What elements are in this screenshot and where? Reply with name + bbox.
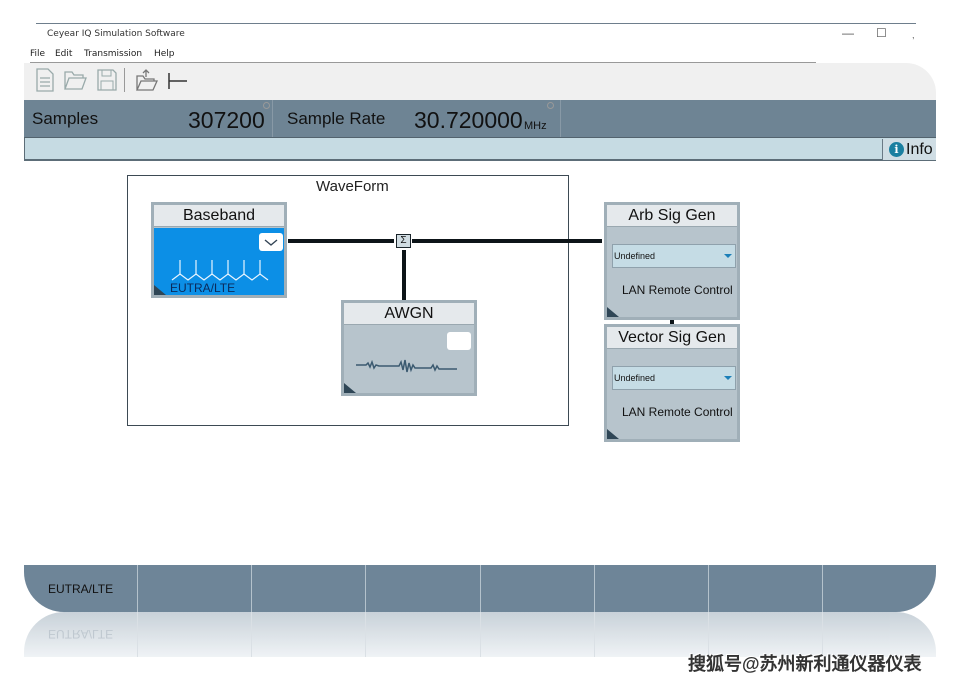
samples-edit-indicator-icon: [263, 102, 270, 109]
reflection-tab: [138, 612, 253, 657]
vector-lan-remote-label: LAN Remote Control: [622, 405, 733, 419]
arb-sig-gen-title: Arb Sig Gen: [607, 205, 737, 227]
arb-sig-gen-select-value: Undefined: [614, 251, 656, 261]
menu-transmission[interactable]: Transmission: [84, 49, 142, 59]
save-icon[interactable]: [96, 68, 118, 92]
baseband-to-sum-wire: [288, 239, 394, 243]
sum-to-arb-wire: [412, 239, 602, 243]
tab-empty[interactable]: [366, 565, 481, 612]
tab-empty[interactable]: [595, 565, 709, 612]
expand-corner-icon[interactable]: [607, 429, 619, 439]
noise-waveform-icon: [356, 359, 457, 373]
info-icon: i: [889, 142, 904, 157]
expand-corner-icon[interactable]: [154, 285, 166, 295]
sum-node[interactable]: Σ: [396, 234, 411, 248]
arb-sig-gen-body: Undefined LAN Remote Control: [607, 228, 737, 317]
rate-edit-indicator-icon: [547, 102, 554, 109]
menu-help[interactable]: Help: [154, 49, 175, 59]
reflection-tab: [366, 612, 481, 657]
toolbar: [24, 63, 936, 100]
expand-corner-icon[interactable]: [344, 383, 356, 393]
baseband-title: Baseband: [154, 205, 284, 227]
sample-rate-label: Sample Rate: [287, 109, 386, 128]
arb-sig-gen-block[interactable]: Arb Sig Gen Undefined LAN Remote Control: [604, 202, 740, 320]
marker-icon[interactable]: [166, 68, 188, 92]
samples-label: Samples: [32, 109, 99, 128]
status-divider: [560, 100, 561, 137]
tab-empty[interactable]: [709, 565, 823, 612]
vector-sig-gen-title: Vector Sig Gen: [607, 327, 737, 349]
arb-sig-gen-select[interactable]: Undefined: [612, 244, 736, 268]
waveform-title: WaveForm: [316, 178, 389, 195]
baseband-enable-checkbox[interactable]: [259, 233, 283, 251]
vector-sig-gen-select-value: Undefined: [614, 373, 656, 383]
message-bar: [24, 138, 936, 161]
baseband-body: EUTRA/LTE: [154, 228, 284, 295]
tab-empty[interactable]: [823, 565, 936, 612]
vector-sig-gen-body: Undefined LAN Remote Control: [607, 350, 737, 439]
tab-empty[interactable]: [252, 565, 367, 612]
sample-rate-value[interactable]: 30.720000: [414, 107, 523, 134]
vector-sig-gen-block[interactable]: Vector Sig Gen Undefined LAN Remote Cont…: [604, 324, 740, 442]
info-label: Info: [906, 140, 933, 158]
awgn-title: AWGN: [344, 303, 474, 325]
tab-empty[interactable]: [481, 565, 595, 612]
toolbar-separator: [124, 68, 125, 92]
awgn-enable-checkbox[interactable]: [447, 332, 471, 350]
dropdown-arrow-icon: [724, 254, 732, 258]
menu-edit[interactable]: Edit: [55, 49, 72, 59]
bottom-tab-bar: EUTRA/LTE: [24, 565, 936, 612]
info-button[interactable]: i Info: [882, 139, 936, 160]
arb-lan-remote-label: LAN Remote Control: [622, 283, 733, 297]
reflection-tab: [480, 612, 595, 657]
expand-corner-icon[interactable]: [607, 307, 619, 317]
tab-empty[interactable]: [138, 565, 253, 612]
baseband-block[interactable]: Baseband EUTRA/LTE: [151, 202, 287, 298]
menu-file[interactable]: File: [30, 49, 45, 59]
samples-value[interactable]: 307200: [188, 107, 265, 134]
maximize-button[interactable]: ☐: [876, 26, 887, 40]
reflection-tab: EUTRA/LTE: [24, 612, 139, 657]
watermark: 搜狐号@苏州新利通仪器仪表: [688, 654, 922, 674]
close-button[interactable]: ,: [912, 30, 915, 40]
dropdown-arrow-icon: [724, 376, 732, 380]
minimize-button[interactable]: —: [842, 26, 854, 40]
vector-sig-gen-select[interactable]: Undefined: [612, 366, 736, 390]
app-title: Ceyear IQ Simulation Software: [47, 29, 185, 39]
upload-folder-icon[interactable]: [135, 68, 159, 92]
reflection-tab: [252, 612, 367, 657]
baseband-standard-label: EUTRA/LTE: [170, 281, 236, 295]
status-divider: [272, 100, 273, 137]
awgn-block[interactable]: AWGN: [341, 300, 477, 396]
awgn-to-sum-wire: [402, 250, 406, 300]
awgn-body: [344, 326, 474, 393]
tab-eutra-lte[interactable]: EUTRA/LTE: [24, 565, 139, 612]
new-file-icon[interactable]: [35, 68, 57, 92]
open-folder-icon[interactable]: [63, 68, 87, 92]
sample-rate-unit: MHz: [524, 120, 547, 132]
